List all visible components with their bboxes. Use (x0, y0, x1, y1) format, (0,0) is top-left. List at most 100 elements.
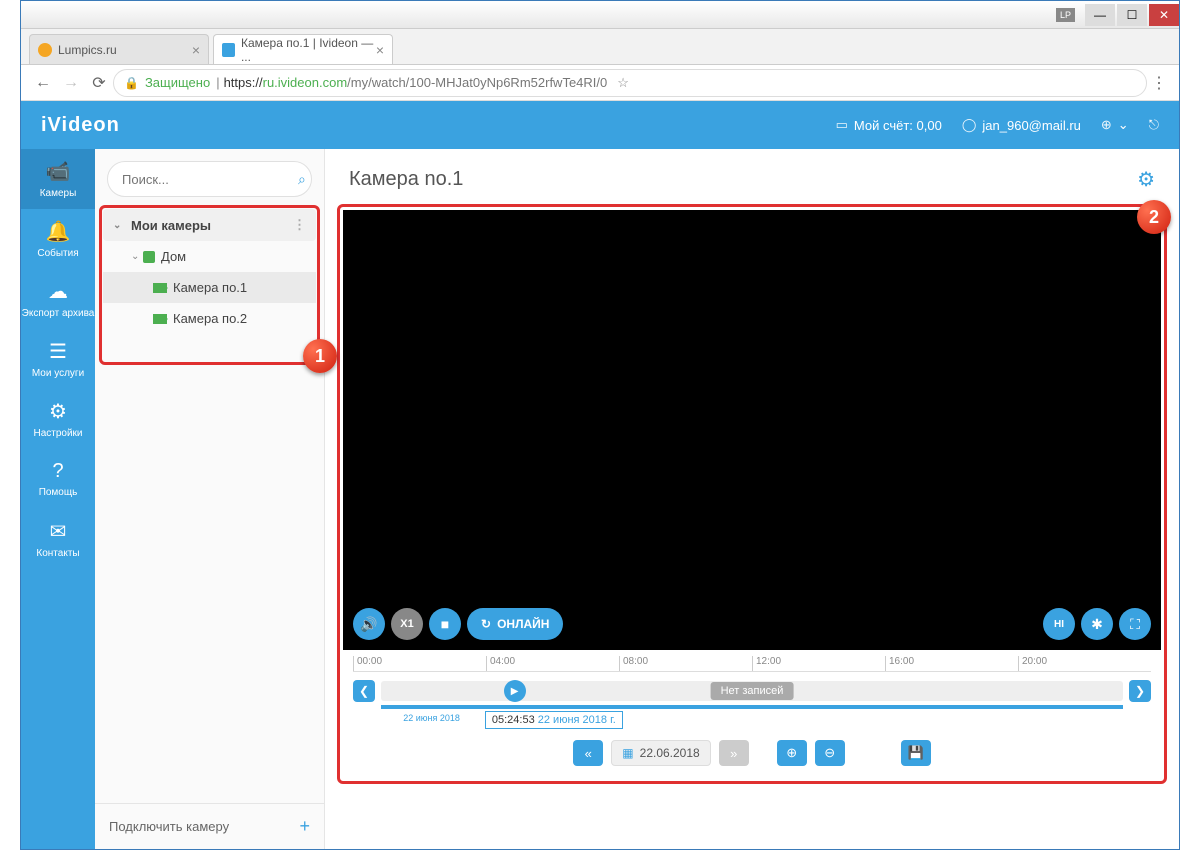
language-button[interactable]: ⊕ ⌄ (1101, 117, 1129, 133)
online-button[interactable]: ↻ ОНЛАЙН (467, 608, 563, 640)
page-title: Камера no.1 (349, 168, 463, 191)
save-button[interactable]: 💾 (901, 740, 931, 766)
date-picker[interactable]: ▦ 22.06.2018 (611, 740, 710, 766)
browser-menu-button[interactable]: ⋮ (1147, 73, 1171, 93)
quality-button[interactable]: HI (1043, 608, 1075, 640)
balance-label: Мой счёт: 0,00 (854, 118, 942, 133)
tree-camera-2[interactable]: Камера по.2 (103, 303, 316, 334)
reload-button[interactable]: ⟳ (85, 69, 113, 97)
tree-root-label: Мои камеры (131, 218, 211, 233)
zoom-out-button[interactable]: ⊖ (815, 740, 845, 766)
stop-button[interactable]: ■ (429, 608, 461, 640)
tab-lumpics[interactable]: Lumpics.ru × (29, 34, 209, 64)
user-email: jan_960@mail.ru (982, 118, 1080, 133)
user-menu[interactable]: ◯ jan_960@mail.ru (962, 117, 1081, 133)
nav-contacts[interactable]: ✉ Контакты (21, 509, 95, 569)
chevron-down-icon: ⌄ (131, 251, 143, 262)
date-prev-button[interactable]: « (573, 740, 603, 766)
window-close-button[interactable]: ✕ (1149, 4, 1179, 26)
stop-icon: ■ (441, 616, 449, 632)
browser-window: LP — ☐ ✕ Lumpics.ru × Камера по.1 | Ivid… (20, 0, 1180, 850)
globe-icon: ⊕ (1101, 117, 1112, 133)
share-button[interactable]: ✱ (1081, 608, 1113, 640)
lock-icon: 🔒 (124, 76, 139, 90)
nav-help[interactable]: ? Помощь (21, 449, 95, 509)
speed-button[interactable]: X1 (391, 608, 423, 640)
wallet-icon: ▭ (836, 117, 848, 133)
timeline-next-button[interactable]: ❯ (1129, 680, 1151, 702)
annotation-badge-2: 2 (1137, 200, 1171, 234)
search-input[interactable]: ⌕ (107, 161, 312, 197)
logo[interactable]: iVideon (41, 114, 120, 137)
logout-button[interactable]: ⎋ (1149, 117, 1159, 133)
close-icon[interactable]: × (376, 42, 384, 58)
share-icon: ✱ (1091, 616, 1103, 633)
app-body: 📹 Камеры 🔔 События ☁ Экспорт архива ☰ Мо… (21, 149, 1179, 849)
volume-icon: 🔊 (360, 616, 377, 633)
zoom-in-icon: ⊕ (786, 745, 797, 761)
forward-button[interactable]: → (57, 69, 85, 97)
zoom-in-button[interactable]: ⊕ (777, 740, 807, 766)
search-field[interactable] (122, 172, 298, 187)
nav-label: Мои услуги (32, 368, 84, 379)
calendar-icon: ▦ (622, 746, 633, 760)
connect-label: Подключить камеру (109, 819, 229, 834)
close-icon[interactable]: × (192, 42, 200, 58)
camera-icon (153, 283, 167, 293)
window-maximize-button[interactable]: ☐ (1117, 4, 1147, 26)
window-titlebar: LP — ☐ ✕ (21, 1, 1179, 29)
nav-events[interactable]: 🔔 События (21, 209, 95, 269)
date-next-button[interactable]: » (719, 740, 749, 766)
timeline-date-small: 22 июня 2018 (403, 713, 460, 723)
search-icon[interactable]: ⌕ (298, 171, 306, 188)
plus-icon: + (299, 816, 310, 837)
bookmark-icon[interactable]: ☆ (617, 75, 629, 91)
balance-button[interactable]: ▭ Мой счёт: 0,00 (836, 117, 942, 133)
save-icon: 💾 (908, 745, 924, 761)
nav-label: Контакты (36, 548, 79, 559)
secure-label: Защищено (145, 75, 210, 90)
timeline-play-marker[interactable]: ▶ (504, 680, 526, 702)
nav-cameras[interactable]: 📹 Камеры (21, 149, 95, 209)
chevron-down-icon: ⌄ (1118, 117, 1129, 133)
refresh-icon: ↻ (481, 617, 491, 631)
back-button[interactable]: ← (29, 69, 57, 97)
tree-root[interactable]: ⌄ Мои камеры ⋮ (103, 209, 316, 241)
nav-settings[interactable]: ⚙ Настройки (21, 389, 95, 449)
favicon-icon (222, 43, 235, 57)
more-icon[interactable]: ⋮ (293, 217, 306, 233)
timeline: 00:00 04:00 08:00 12:00 16:00 20:00 ❮ ▶ … (343, 650, 1161, 778)
address-bar-row: ← → ⟳ 🔒 Защищено | https://ru.ivideon.co… (21, 65, 1179, 101)
tick: 00:00 (353, 656, 486, 671)
nav-export[interactable]: ☁ Экспорт архива (21, 269, 95, 329)
sidebar: ⌕ 1 ⌄ Мои камеры ⋮ ⌄ Дом Камера (95, 149, 325, 849)
nav-services[interactable]: ☰ Мои услуги (21, 329, 95, 389)
tree-camera-label: Камера по.1 (173, 280, 247, 295)
nav-label: Экспорт архива (22, 308, 95, 319)
camera-tree: 1 ⌄ Мои камеры ⋮ ⌄ Дом Камера по.1 (103, 209, 316, 803)
url-input[interactable]: 🔒 Защищено | https://ru.ivideon.com/my/w… (113, 69, 1147, 97)
no-records-label: Нет записей (711, 682, 794, 700)
nav-label: Помощь (39, 487, 78, 498)
server-icon (143, 251, 155, 263)
tick: 16:00 (885, 656, 1018, 671)
connect-camera-button[interactable]: Подключить камеру + (95, 803, 324, 849)
video-player[interactable]: 🔊 X1 ■ ↻ ОНЛАЙН HI ✱ ⛶ (343, 210, 1161, 650)
logout-icon: ⎋ (1149, 117, 1159, 133)
camera-settings-button[interactable]: ⚙ (1137, 167, 1155, 192)
tree-camera-label: Камера по.2 (173, 311, 247, 326)
fullscreen-button[interactable]: ⛶ (1119, 608, 1151, 640)
chevron-down-icon: ⌄ (113, 220, 125, 231)
timeline-bar[interactable]: ▶ Нет записей 22 июня 2018 05:24:53 22 и… (381, 681, 1123, 701)
nav-label: События (37, 248, 78, 259)
timeline-prev-button[interactable]: ❮ (353, 680, 375, 702)
tick: 04:00 (486, 656, 619, 671)
window-minimize-button[interactable]: — (1085, 4, 1115, 26)
tree-camera-1[interactable]: Камера по.1 (103, 272, 316, 303)
url-domain: ru.ivideon.com (263, 75, 348, 90)
tab-ivideon[interactable]: Камера по.1 | Ivideon — ... × (213, 34, 393, 64)
mail-icon: ✉ (50, 519, 67, 544)
tree-server[interactable]: ⌄ Дом (103, 241, 316, 272)
mute-button[interactable]: 🔊 (353, 608, 385, 640)
zoom-out-icon: ⊖ (824, 745, 835, 761)
